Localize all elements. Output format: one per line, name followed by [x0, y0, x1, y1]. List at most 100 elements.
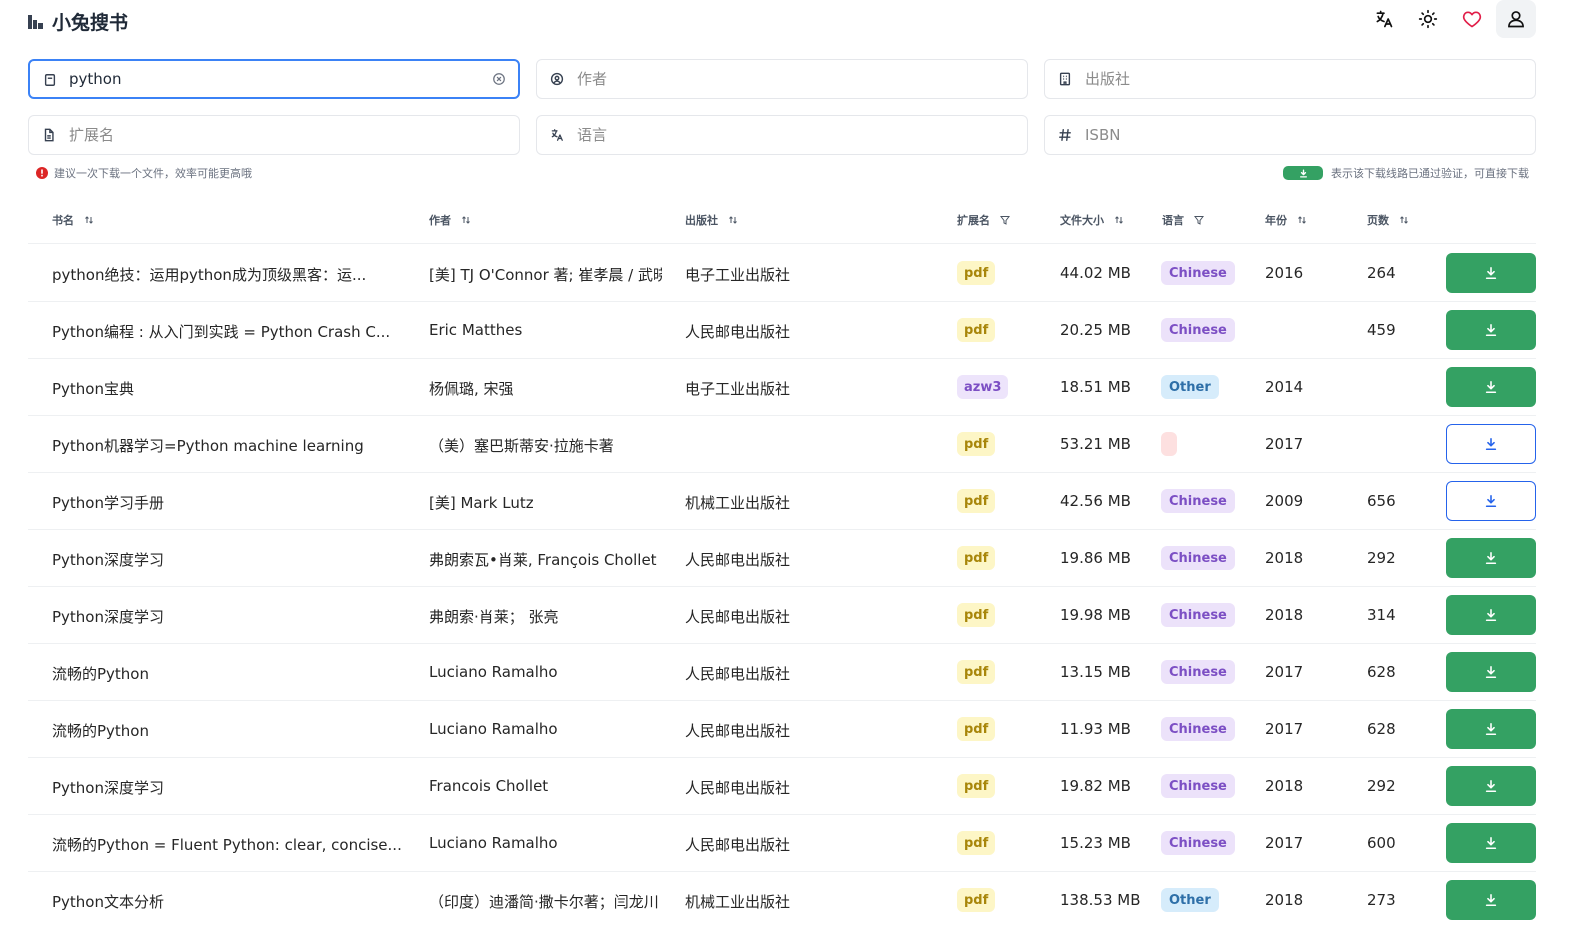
- download-button-verified[interactable]: [1446, 538, 1536, 578]
- column-header-pages-label: 页数: [1367, 214, 1389, 227]
- book-title[interactable]: Python学习手册: [52, 492, 412, 513]
- isbn-search-field[interactable]: [1044, 115, 1536, 155]
- book-title[interactable]: 流畅的Python: [52, 663, 412, 684]
- book-year: 2018: [1265, 777, 1304, 795]
- table-row[interactable]: Python宝典 杨佩璐, 宋强 电子工业出版社 azw3 18.51 MB O…: [28, 359, 1536, 416]
- book-author: 杨佩璐, 宋强: [429, 380, 514, 398]
- column-header-title[interactable]: 书名: [52, 212, 94, 228]
- bar-chart-icon: [28, 14, 43, 29]
- book-pages: 628: [1367, 720, 1396, 738]
- theme-toggle-button[interactable]: [1408, 0, 1448, 38]
- language-search-field[interactable]: [536, 115, 1028, 155]
- table-row[interactable]: 流畅的Python Luciano Ramalho 人民邮电出版社 pdf 13…: [28, 644, 1536, 701]
- book-author: Francois Chollet: [429, 777, 549, 795]
- title-search-field[interactable]: [28, 59, 520, 99]
- verified-legend-text: 表示该下载线路已通过验证，可直接下载: [1331, 167, 1529, 180]
- language-input[interactable]: [577, 116, 987, 154]
- download-button-verified[interactable]: [1446, 823, 1536, 863]
- table-row[interactable]: Python深度学习 弗朗索·肖莱； 张亮 人民邮电出版社 pdf 19.98 …: [28, 587, 1536, 644]
- author-search-field[interactable]: [536, 59, 1028, 99]
- extension-badge: pdf: [957, 660, 996, 684]
- book-pages: 292: [1367, 549, 1396, 567]
- download-button-verified[interactable]: [1446, 766, 1536, 806]
- book-title[interactable]: python绝技：运用python成为顶级黑客：运...: [52, 264, 412, 285]
- book-publisher: 人民邮电出版社: [685, 323, 791, 341]
- user-icon: [1508, 11, 1524, 28]
- user-account-button[interactable]: [1496, 0, 1536, 38]
- download-icon: [1485, 722, 1497, 736]
- download-button-verified[interactable]: [1446, 310, 1536, 350]
- download-tip-text: 建议一次下载一个文件，效率可能更高哦: [54, 167, 252, 180]
- column-header-year[interactable]: 年份: [1265, 212, 1307, 228]
- book-title[interactable]: Python深度学习: [52, 606, 412, 627]
- publisher-search-field[interactable]: [1044, 59, 1536, 99]
- book-title[interactable]: Python机器学习=Python machine learning: [52, 435, 412, 456]
- book-publisher: 人民邮电出版社: [685, 836, 791, 854]
- book-title[interactable]: Python文本分析: [52, 891, 412, 912]
- column-header-pages[interactable]: 页数: [1367, 212, 1409, 228]
- book-title[interactable]: Python宝典: [52, 378, 412, 399]
- book-icon: [44, 74, 56, 86]
- extension-input[interactable]: [69, 116, 479, 154]
- download-icon: [1485, 779, 1497, 793]
- download-button-verified[interactable]: [1446, 709, 1536, 749]
- sort-icon: [1400, 216, 1408, 224]
- book-pages: 656: [1367, 492, 1396, 510]
- book-author: 弗朗索瓦•肖莱, François Chollet: [429, 551, 657, 569]
- book-pages: 600: [1367, 834, 1396, 852]
- download-button[interactable]: [1446, 424, 1536, 464]
- table-row[interactable]: Python深度学习 弗朗索瓦•肖莱, François Chollet 人民邮…: [28, 530, 1536, 587]
- isbn-input[interactable]: [1085, 116, 1495, 154]
- language-toggle-button[interactable]: [1364, 0, 1404, 38]
- download-icon: [1485, 608, 1497, 622]
- column-header-author[interactable]: 作者: [429, 212, 471, 228]
- app-root: 小兔搜书 python 作者 出版社 扩展名 语言 ISBN 建议一次下载一个文…: [0, 0, 1571, 926]
- heart-icon: [1462, 11, 1482, 28]
- sort-icon: [1115, 216, 1123, 224]
- table-row[interactable]: 流畅的Python Luciano Ramalho 人民邮电出版社 pdf 11…: [28, 701, 1536, 758]
- table-row[interactable]: Python深度学习 Francois Chollet 人民邮电出版社 pdf …: [28, 758, 1536, 815]
- file-size: 53.21 MB: [1060, 435, 1131, 453]
- column-header-extension[interactable]: 扩展名: [957, 212, 1010, 228]
- author-input[interactable]: [577, 60, 987, 98]
- download-button-verified[interactable]: [1446, 253, 1536, 293]
- download-button-verified[interactable]: [1446, 880, 1536, 920]
- column-header-language[interactable]: 语言: [1162, 212, 1204, 228]
- book-publisher: 机械工业出版社: [685, 494, 791, 512]
- logo[interactable]: 小兔搜书: [28, 8, 128, 35]
- column-header-author-label: 作者: [429, 214, 451, 227]
- book-title[interactable]: Python深度学习: [52, 549, 412, 570]
- table-row[interactable]: Python机器学习=Python machine learning （美）塞巴…: [28, 416, 1536, 473]
- extension-search-field[interactable]: [28, 115, 520, 155]
- download-button-verified[interactable]: [1446, 595, 1536, 635]
- clear-icon[interactable]: [492, 72, 506, 86]
- column-header-size[interactable]: 文件大小: [1060, 212, 1124, 228]
- favorites-button[interactable]: [1452, 0, 1492, 38]
- book-publisher: 机械工业出版社: [685, 893, 791, 911]
- table-row[interactable]: 流畅的Python = Fluent Python: clear, concis…: [28, 815, 1536, 872]
- download-button[interactable]: [1446, 481, 1536, 521]
- download-button-verified[interactable]: [1446, 367, 1536, 407]
- table-row[interactable]: Python编程 : 从入门到实践 = Python Crash C... Er…: [28, 302, 1536, 359]
- book-title[interactable]: 流畅的Python = Fluent Python: clear, concis…: [52, 834, 412, 855]
- extension-badge: pdf: [957, 603, 996, 627]
- table-row[interactable]: python绝技：运用python成为顶级黑客：运... [美] TJ O'Co…: [28, 245, 1536, 302]
- filter-icon: [1194, 216, 1204, 225]
- book-author: [美] Mark Lutz: [429, 494, 534, 512]
- column-header-language-label: 语言: [1162, 214, 1184, 227]
- book-author: （美）塞巴斯蒂安·拉施卡著: [429, 437, 614, 455]
- extension-badge: pdf: [957, 318, 996, 342]
- book-title[interactable]: 流畅的Python: [52, 720, 412, 741]
- language-badge: Chinese: [1161, 774, 1235, 798]
- table-row[interactable]: Python学习手册 [美] Mark Lutz 机械工业出版社 pdf 42.…: [28, 473, 1536, 530]
- title-input[interactable]: [69, 61, 477, 97]
- file-size: 19.82 MB: [1060, 777, 1131, 795]
- book-author: [美] TJ O'Connor 著; 崔孝晨 / 武晓音 等译: [429, 266, 662, 284]
- publisher-input[interactable]: [1085, 60, 1495, 98]
- book-title[interactable]: Python编程 : 从入门到实践 = Python Crash C...: [52, 321, 412, 342]
- table-row[interactable]: Python文本分析 （印度）迪潘简·撒卡尔著；闫龙川 机械工业出版社 pdf …: [28, 872, 1536, 926]
- file-size: 13.15 MB: [1060, 663, 1131, 681]
- column-header-publisher[interactable]: 出版社: [685, 212, 738, 228]
- download-button-verified[interactable]: [1446, 652, 1536, 692]
- book-title[interactable]: Python深度学习: [52, 777, 412, 798]
